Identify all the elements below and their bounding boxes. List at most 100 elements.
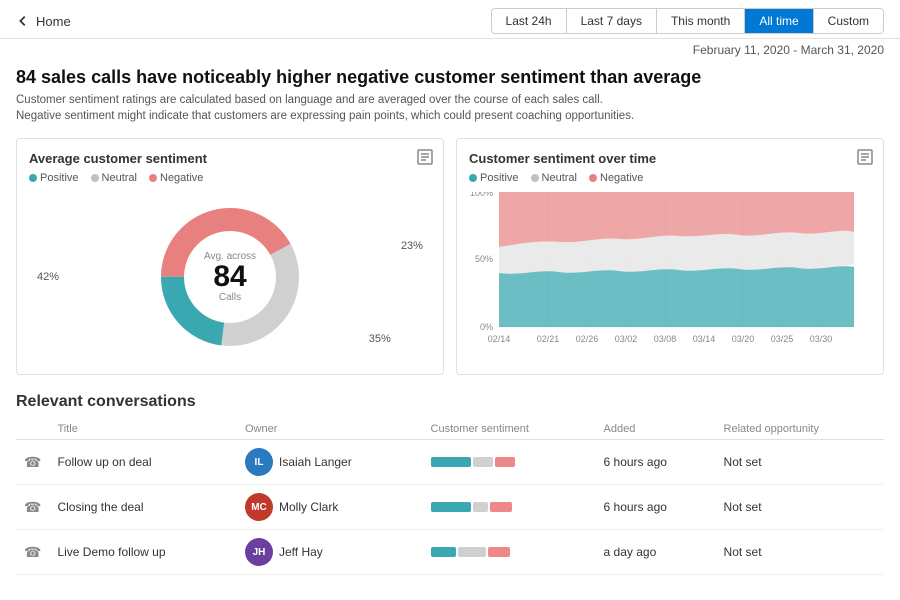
hero-title: 84 sales calls have noticeably higher ne… — [16, 67, 884, 88]
conv-opportunity: Not set — [716, 530, 884, 575]
col-owner: Owner — [237, 419, 423, 440]
svg-text:03/20: 03/20 — [732, 334, 755, 344]
time-legend: Positive Neutral Negative — [469, 172, 871, 184]
back-link[interactable]: Home — [16, 14, 71, 29]
filter-thismonth[interactable]: This month — [657, 9, 745, 33]
col-title: Title — [49, 419, 237, 440]
sentiment-positive — [431, 457, 471, 467]
filter-custom[interactable]: Custom — [814, 9, 883, 33]
sentiment-bar — [431, 457, 588, 467]
positive-label: Positive — [40, 172, 79, 184]
time-filters: Last 24h Last 7 days This month All time… — [491, 8, 884, 34]
avg-chart-export[interactable] — [417, 149, 433, 168]
pct-positive: 23% — [401, 240, 423, 252]
col-icon — [16, 419, 49, 440]
svg-text:50%: 50% — [475, 254, 493, 264]
conv-title: Follow up on deal — [49, 440, 237, 485]
conv-sentiment — [423, 530, 596, 575]
svg-text:03/30: 03/30 — [810, 334, 833, 344]
tl-negative-dot — [589, 174, 597, 182]
filter-last7days[interactable]: Last 7 days — [567, 9, 657, 33]
negative-label: Negative — [160, 172, 203, 184]
svg-text:100%: 100% — [470, 192, 493, 198]
svg-text:03/14: 03/14 — [693, 334, 716, 344]
svg-text:02/14: 02/14 — [488, 334, 511, 344]
conv-added: a day ago — [596, 530, 716, 575]
sentiment-time-title: Customer sentiment over time — [469, 151, 871, 166]
tl-negative-label: Negative — [600, 172, 643, 184]
avg-sentiment-card: Average customer sentiment Positive Neut… — [16, 138, 444, 375]
tl-positive-dot — [469, 174, 477, 182]
conv-sentiment — [423, 440, 596, 485]
sentiment-positive — [431, 502, 471, 512]
sentiment-negative — [490, 502, 512, 512]
conv-owner: JH Jeff Hay — [237, 530, 423, 575]
conv-opportunity: Not set — [716, 440, 884, 485]
hero-line1: Customer sentiment ratings are calculate… — [16, 94, 603, 106]
avg-sub-label: Calls — [204, 292, 256, 303]
conv-owner: IL Isaiah Langer — [237, 440, 423, 485]
owner-avatar: IL — [245, 448, 273, 476]
conv-opportunity: Not set — [716, 485, 884, 530]
conversations-section: Relevant conversations Title Owner Custo… — [0, 385, 900, 583]
pct-negative: 42% — [37, 271, 59, 283]
col-sentiment: Customer sentiment — [423, 419, 596, 440]
avg-legend: Positive Neutral Negative — [29, 172, 431, 184]
time-chart-export[interactable] — [857, 149, 873, 168]
table-row[interactable]: ☎ Closing the deal MC Molly Clark 6 hour… — [16, 485, 884, 530]
conv-title: Live Demo follow up — [49, 530, 237, 575]
phone-icon-cell: ☎ — [16, 485, 49, 530]
neutral-dot — [91, 174, 99, 182]
filter-alltime[interactable]: All time — [745, 9, 813, 33]
donut-center-text: Avg. across 84 Calls — [204, 251, 256, 303]
phone-icon-cell: ☎ — [16, 440, 49, 485]
home-label: Home — [36, 14, 71, 29]
phone-icon-cell: ☎ — [16, 530, 49, 575]
phone-icon: ☎ — [24, 499, 41, 515]
negative-dot — [149, 174, 157, 182]
tl-neutral: Neutral — [531, 172, 577, 184]
svg-text:0%: 0% — [480, 322, 493, 332]
conv-sentiment — [423, 485, 596, 530]
owner-name: Molly Clark — [279, 500, 338, 514]
table-row[interactable]: ☎ Live Demo follow up JH Jeff Hay a day … — [16, 530, 884, 575]
col-added: Added — [596, 419, 716, 440]
sentiment-bar — [431, 547, 588, 557]
sentiment-neutral — [473, 457, 493, 467]
owner-avatar: JH — [245, 538, 273, 566]
col-opportunity: Related opportunity — [716, 419, 884, 440]
svg-text:02/21: 02/21 — [537, 334, 560, 344]
conv-owner: MC Molly Clark — [237, 485, 423, 530]
area-chart-wrapper: 100% 50% 0% 02/14 02/21 02/26 03/02 03/0… — [469, 192, 871, 347]
sentiment-negative — [495, 457, 515, 467]
conversations-table: Title Owner Customer sentiment Added Rel… — [16, 419, 884, 575]
table-row[interactable]: ☎ Follow up on deal IL Isaiah Langer 6 h… — [16, 440, 884, 485]
phone-icon: ☎ — [24, 544, 41, 560]
sentiment-neutral — [473, 502, 488, 512]
phone-icon: ☎ — [24, 454, 41, 470]
pct-neutral: 35% — [369, 333, 391, 345]
svg-text:03/02: 03/02 — [615, 334, 638, 344]
tl-positive: Positive — [469, 172, 519, 184]
sentiment-positive — [431, 547, 456, 557]
tl-neutral-dot — [531, 174, 539, 182]
hero-line2: Negative sentiment might indicate that c… — [16, 110, 634, 122]
header: Home Last 24h Last 7 days This month All… — [0, 0, 900, 39]
avg-number: 84 — [204, 262, 256, 292]
tl-positive-label: Positive — [480, 172, 519, 184]
donut-container: Avg. across 84 Calls 23% 42% 35% — [29, 192, 431, 362]
conv-added: 6 hours ago — [596, 485, 716, 530]
conversations-title: Relevant conversations — [16, 393, 884, 411]
owner-name: Isaiah Langer — [279, 455, 352, 469]
conv-added: 6 hours ago — [596, 440, 716, 485]
legend-positive: Positive — [29, 172, 79, 184]
legend-negative: Negative — [149, 172, 203, 184]
svg-text:03/25: 03/25 — [771, 334, 794, 344]
neutral-label: Neutral — [102, 172, 137, 184]
conv-title: Closing the deal — [49, 485, 237, 530]
filter-last24h[interactable]: Last 24h — [492, 9, 567, 33]
owner-avatar: MC — [245, 493, 273, 521]
positive-dot — [29, 174, 37, 182]
tl-neutral-label: Neutral — [542, 172, 577, 184]
sentiment-negative — [488, 547, 510, 557]
